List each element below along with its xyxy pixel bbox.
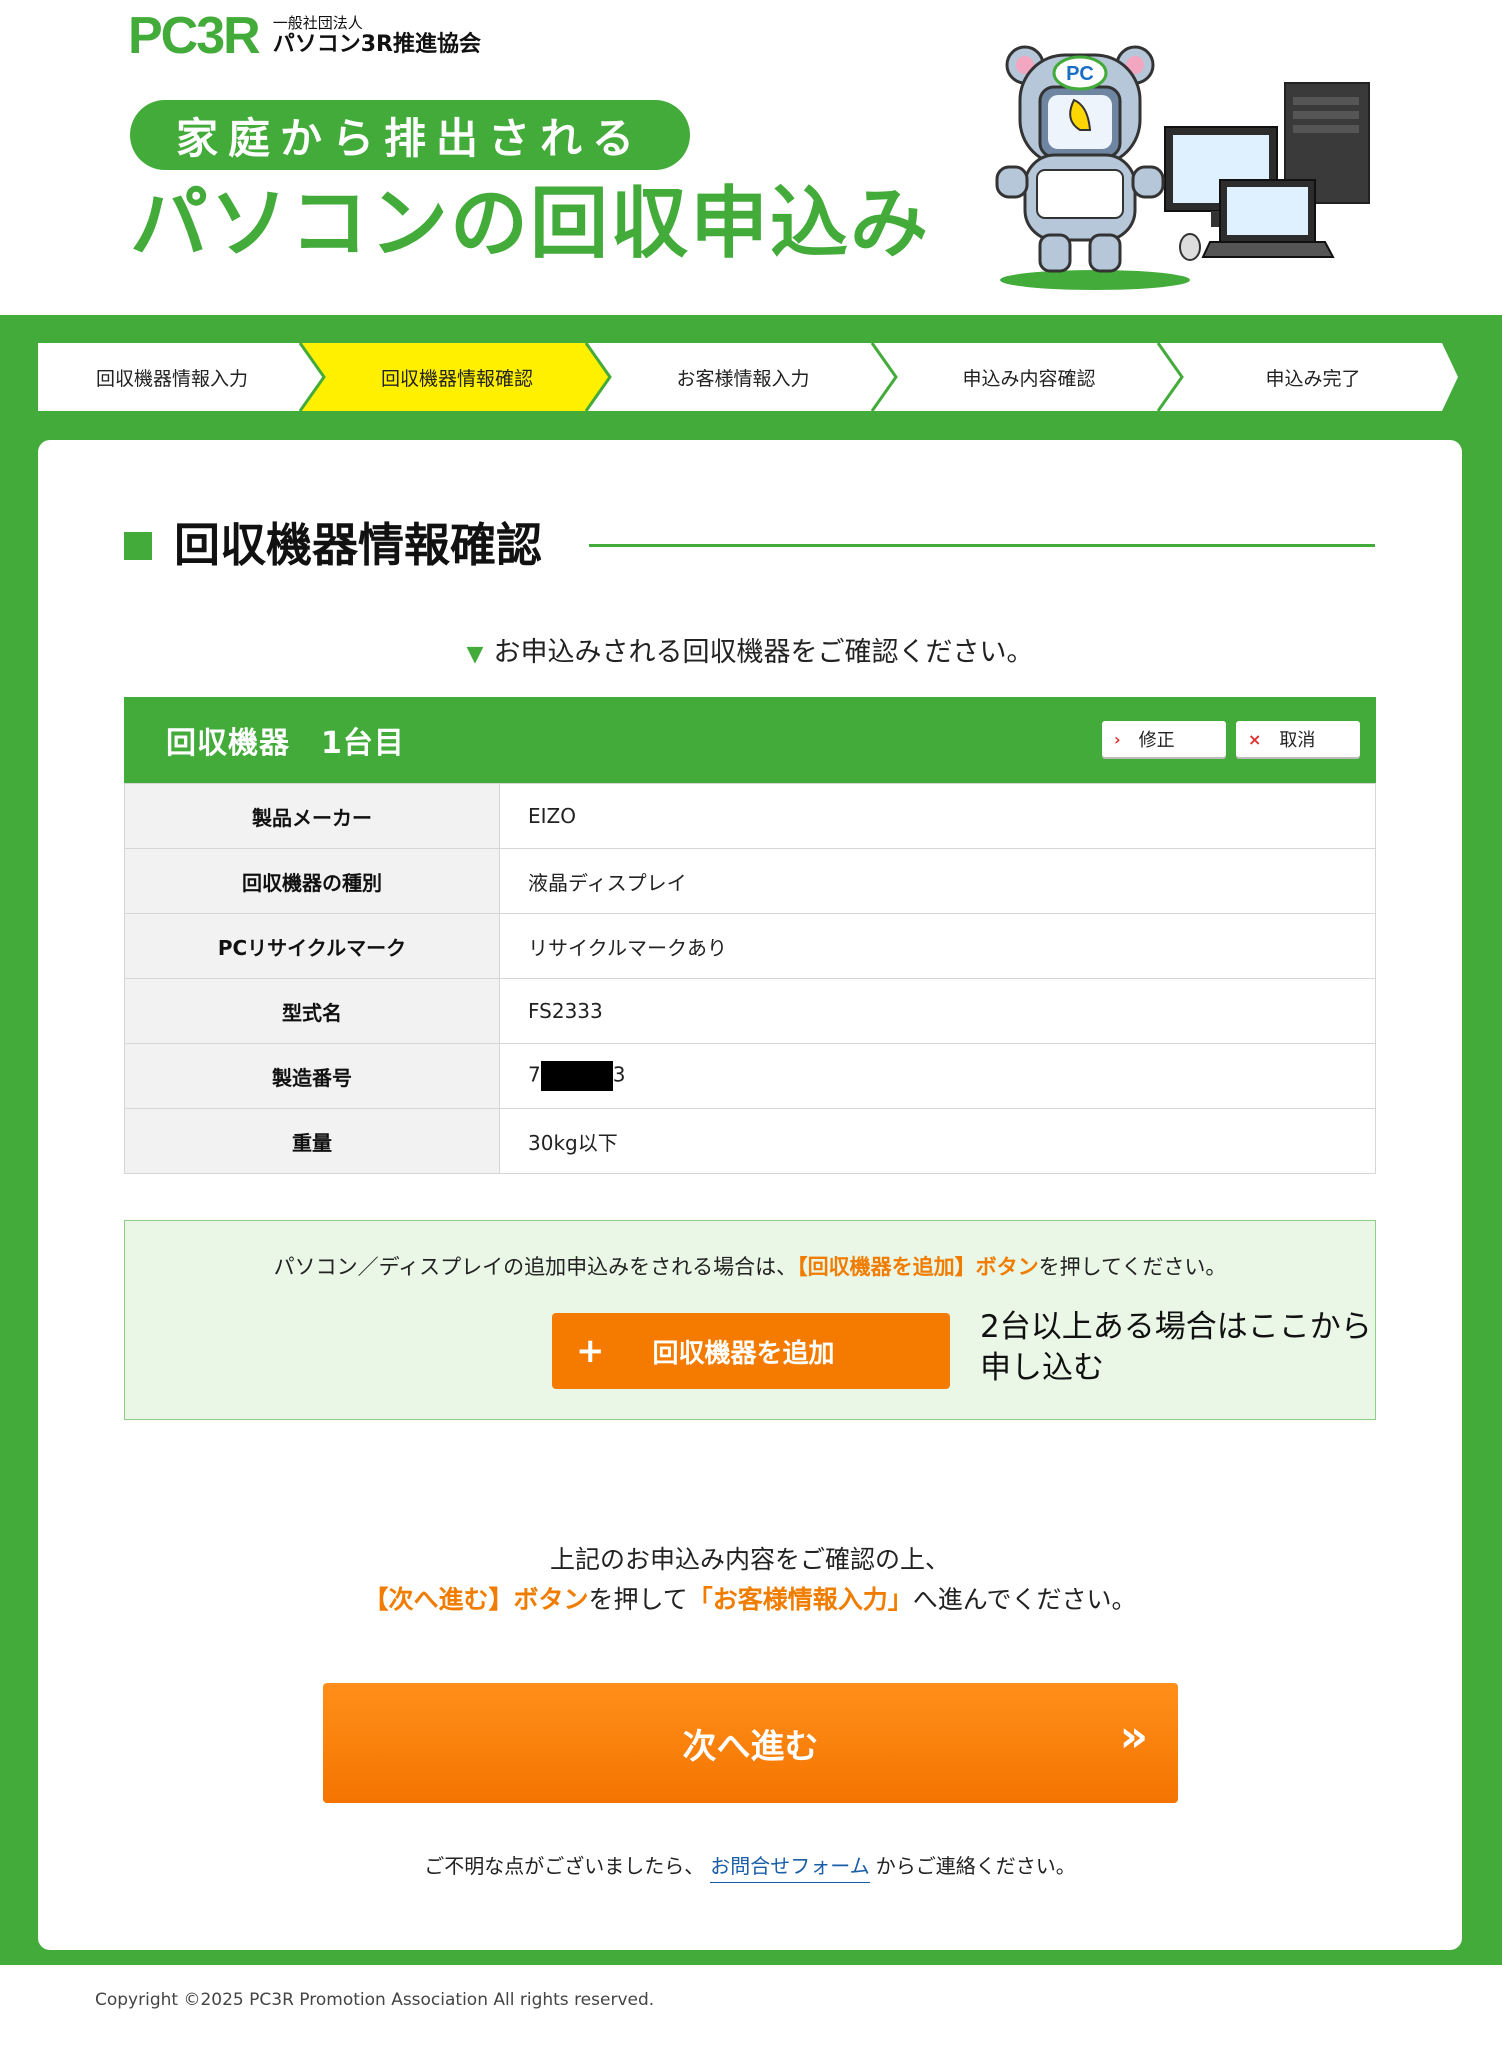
next-button[interactable]: 次へ進む » <box>323 1683 1178 1803</box>
add-hint: 2台以上ある場合はここから 申し込む <box>980 1307 1372 1389</box>
step-2-current: 回収機器情報確認 <box>380 367 533 390</box>
add-note-pre: パソコン／ディスプレイの追加申込みをされる場合は、 <box>273 1255 798 1279</box>
contact-note: ご不明な点がございましたら、 お問合せフォーム からご連絡ください。 <box>38 1850 1462 1883</box>
row-key: 回収機器の種別 <box>124 848 500 914</box>
confirm-mid: を押して <box>588 1585 688 1614</box>
contact-pre: ご不明な点がございましたら、 <box>424 1854 705 1878</box>
section-heading: 回収機器情報確認 <box>124 510 1414 580</box>
cancel-label: 取消 <box>1279 730 1316 751</box>
chevron-right-icon: › <box>1114 729 1121 749</box>
contact-form-link[interactable]: お問合せフォーム <box>710 1854 870 1883</box>
lead-text-row: ▼ お申込みされる回収機器をご確認ください。 <box>38 630 1462 669</box>
add-device-button[interactable]: + 回収機器を追加 <box>552 1313 950 1389</box>
content-card: 回収機器情報確認 ▼ お申込みされる回収機器をご確認ください。 回収機器 1台目 … <box>38 440 1462 1950</box>
hero-title: パソコンの回収申込み <box>130 179 931 269</box>
mascot-badge: PC <box>1066 63 1094 85</box>
step-1: 回収機器情報入力 <box>95 367 248 390</box>
plus-icon: + <box>576 1331 605 1371</box>
add-hint-line2: 申し込む <box>980 1349 1104 1386</box>
double-chevron-right-icon: » <box>1119 1711 1148 1762</box>
table-row: 製造番号 73 <box>124 1043 1376 1109</box>
redaction-block <box>540 1061 613 1091</box>
add-device-label: 回収機器を追加 <box>652 1338 835 1369</box>
confirm-highlight-button: 【次へ進む】ボタン <box>363 1585 589 1614</box>
add-device-panel: パソコン／ディスプレイの追加申込みをされる場合は、【回収機器を追加】ボタンを押し… <box>124 1220 1376 1420</box>
step-5: 申込み完了 <box>1265 367 1361 390</box>
step-progress: 回収機器情報入力 回収機器情報確認 お客様情報入力 申込み内容確認 申込み完了 <box>38 343 1458 411</box>
logo-subtitle: 一般社団法人 <box>272 13 363 32</box>
row-key: 製造番号 <box>124 1043 500 1109</box>
edit-button[interactable]: › 修正 <box>1102 721 1226 757</box>
next-label: 次へ進む <box>682 1726 819 1767</box>
device-header: 回収機器 1台目 › 修正 × 取消 <box>124 697 1376 783</box>
row-value: 30kg以下 <box>499 1108 1376 1174</box>
mascot-illustration: PC <box>995 45 1370 290</box>
close-icon: × <box>1248 729 1262 749</box>
lead-text: お申込みされる回収機器をご確認ください。 <box>493 637 1034 668</box>
edit-label: 修正 <box>1138 730 1175 751</box>
logo-mark: PC3R <box>128 7 261 65</box>
add-note-post: を押してください。 <box>1038 1255 1227 1279</box>
row-value: リサイクルマークあり <box>499 913 1376 979</box>
logo-name: パソコン3R推進協会 <box>272 31 481 57</box>
confirm-line2: 【次へ進む】ボタンを押して「お客様情報入力」へ進んでください。 <box>38 1580 1462 1620</box>
table-row: 回収機器の種別 液晶ディスプレイ <box>124 848 1376 914</box>
triangle-down-icon: ▼ <box>466 642 484 667</box>
serial-suffix: 3 <box>612 1062 626 1087</box>
step-4: 申込み内容確認 <box>962 367 1096 390</box>
confirm-instructions: 上記のお申込み内容をご確認の上、 【次へ進む】ボタンを押して「お客様情報入力」へ… <box>38 1540 1462 1620</box>
step-3: お客様情報入力 <box>676 367 810 390</box>
table-row: 製品メーカー EIZO <box>124 783 1376 849</box>
row-value: FS2333 <box>499 978 1376 1044</box>
device-info-table: 製品メーカー EIZO 回収機器の種別 液晶ディスプレイ PCリサイクルマーク … <box>124 783 1376 1174</box>
row-value: 液晶ディスプレイ <box>499 848 1376 914</box>
confirm-end: へ進んでください。 <box>912 1585 1137 1614</box>
serial-prefix: 7 <box>528 1062 541 1087</box>
site-header: PC3R 一般社団法人 パソコン3R推進協会 家庭から排出される パソコンの回収… <box>0 0 1502 315</box>
row-value: EIZO <box>499 783 1376 849</box>
device-heading: 回収機器 1台目 <box>166 726 405 761</box>
row-key: 重量 <box>124 1108 500 1174</box>
heading-marker <box>124 532 152 560</box>
add-note-highlight: 【回収機器を追加】ボタン <box>797 1255 1039 1279</box>
section-title: 回収機器情報確認 <box>174 518 542 572</box>
confirm-line1: 上記のお申込み内容をご確認の上、 <box>549 1545 950 1574</box>
serial-number-value: 73 <box>499 1043 1376 1109</box>
hero-pill: 家庭から排出される <box>130 100 690 170</box>
table-row: PCリサイクルマーク リサイクルマークあり <box>124 913 1376 979</box>
add-note: パソコン／ディスプレイの追加申込みをされる場合は、【回収機器を追加】ボタンを押し… <box>125 1251 1375 1281</box>
add-hint-line1: 2台以上ある場合はここから <box>980 1309 1372 1345</box>
row-key: PCリサイクルマーク <box>124 913 500 979</box>
copyright: Copyright ©2025 PC3R Promotion Associati… <box>95 1990 655 2010</box>
contact-post: からご連絡ください。 <box>875 1854 1076 1878</box>
pc3r-logo[interactable]: PC3R 一般社団法人 パソコン3R推進協会 <box>128 10 481 62</box>
table-row: 型式名 FS2333 <box>124 978 1376 1044</box>
heading-rule <box>589 544 1375 547</box>
main-area: 回収機器情報入力 回収機器情報確認 お客様情報入力 申込み内容確認 申込み完了 … <box>0 315 1502 1965</box>
confirm-highlight-step: 「お客様情報入力」 <box>687 1585 913 1614</box>
row-key: 製品メーカー <box>124 783 500 849</box>
cancel-button[interactable]: × 取消 <box>1236 721 1360 757</box>
row-key: 型式名 <box>124 978 500 1044</box>
table-row: 重量 30kg以下 <box>124 1108 1376 1174</box>
